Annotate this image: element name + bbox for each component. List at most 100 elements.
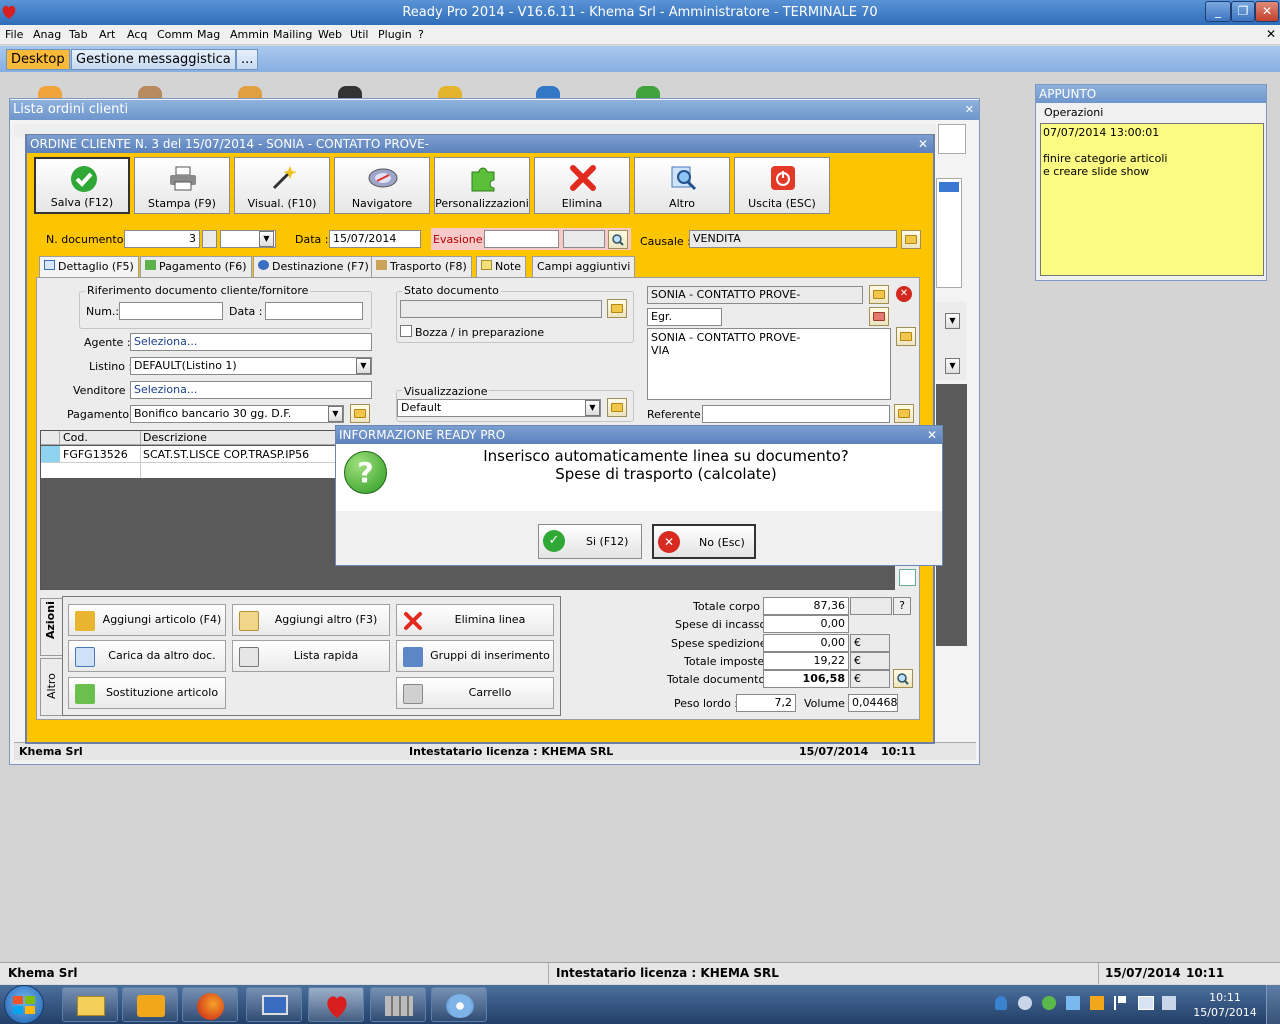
- tray-clock[interactable]: 10:11 15/07/2014: [1190, 990, 1260, 1020]
- minimize-button[interactable]: _: [1205, 1, 1231, 22]
- groups-button[interactable]: Gruppi di inserimento: [396, 640, 554, 672]
- lista-filter-dropdown[interactable]: ▼: [945, 313, 960, 329]
- listino-dropdown[interactable]: ▼: [356, 358, 371, 374]
- visual-folder-icon[interactable]: [607, 398, 627, 417]
- lista-filter2-dropdown[interactable]: ▼: [945, 358, 960, 374]
- zoom-icon[interactable]: [893, 669, 913, 688]
- tab-pagamento[interactable]: Pagamento (F6): [140, 256, 252, 278]
- tray-outlook-icon[interactable]: [1090, 996, 1104, 1010]
- grid-refresh-icon[interactable]: [899, 569, 916, 586]
- tray-volume-icon[interactable]: [1162, 996, 1176, 1010]
- cliente-name-input[interactable]: SONIA - CONTATTO PROVE-: [647, 286, 863, 304]
- pagamento-folder-icon[interactable]: [350, 404, 370, 423]
- causale-input[interactable]: VENDITA: [689, 230, 897, 248]
- add-item-button[interactable]: Aggiungi articolo (F4): [68, 604, 226, 636]
- tray-flag-icon[interactable]: [1114, 996, 1126, 1010]
- table-row[interactable]: FGFG13526 SCAT.ST.LISCE COP.TRASP.IP56: [41, 446, 338, 478]
- stato-input[interactable]: [400, 300, 602, 318]
- show-desktop-button[interactable]: [1266, 985, 1280, 1024]
- desktop-shortcut-icon[interactable]: [536, 86, 560, 98]
- tab-trasporto[interactable]: Trasporto (F8): [371, 256, 472, 278]
- data-input[interactable]: 15/07/2014: [329, 230, 421, 248]
- maximize-button[interactable]: ❐: [1231, 1, 1255, 22]
- lista-close-icon[interactable]: ✕: [965, 100, 974, 120]
- menu-acq[interactable]: Acq: [127, 28, 147, 41]
- tab-dettaglio[interactable]: Dettaglio (F5): [39, 256, 139, 278]
- rif-num-input[interactable]: [119, 302, 223, 320]
- print-button[interactable]: Stampa (F9): [134, 157, 230, 214]
- taskbar-outlook-icon[interactable]: [122, 987, 178, 1022]
- menu-util[interactable]: Util: [350, 28, 368, 41]
- yes-button[interactable]: ✓ Si (F12): [538, 524, 642, 559]
- desktop-shortcut-icon[interactable]: [138, 86, 162, 98]
- desktop-shortcut-icon[interactable]: [38, 86, 62, 98]
- tab-messaggistica[interactable]: Gestione messaggistica: [71, 49, 236, 70]
- ndoc-spin-button[interactable]: [202, 230, 217, 248]
- taskbar-readypro-icon[interactable]: [308, 987, 364, 1022]
- evasione-search-icon[interactable]: [608, 230, 628, 249]
- add-other-button[interactable]: Aggiungi altro (F3): [232, 604, 390, 636]
- side-tab-altro[interactable]: Altro: [40, 658, 62, 716]
- quick-list-button[interactable]: Lista rapida: [232, 640, 390, 672]
- taskbar-network-icon[interactable]: [370, 987, 426, 1022]
- side-tab-azioni[interactable]: Azioni: [40, 598, 62, 656]
- taskbar-explorer-icon[interactable]: [62, 987, 118, 1022]
- appunto-menu-operazioni[interactable]: Operazioni: [1044, 106, 1103, 119]
- help-button[interactable]: ?: [893, 597, 911, 615]
- listino-select[interactable]: DEFAULT(Listino 1): [130, 357, 372, 375]
- view-button[interactable]: Visual. (F10): [234, 157, 330, 214]
- tab-note[interactable]: Note: [476, 256, 527, 278]
- ndoc-input[interactable]: 3: [124, 230, 200, 248]
- menu-art[interactable]: Art: [99, 28, 115, 41]
- other-button[interactable]: Altro: [634, 157, 730, 214]
- referente-input[interactable]: [702, 405, 890, 423]
- desktop-shortcut-icon[interactable]: [338, 86, 362, 98]
- tray-sync-icon[interactable]: [1042, 996, 1056, 1010]
- cliente-remove-icon[interactable]: ✕: [896, 286, 912, 302]
- cliente-title-input[interactable]: Egr.: [647, 308, 722, 326]
- delete-button[interactable]: Elimina: [534, 157, 630, 214]
- bozza-checkbox[interactable]: [400, 325, 412, 337]
- desktop-shortcut-icon[interactable]: [438, 86, 462, 98]
- ordine-close-icon[interactable]: ✕: [918, 135, 928, 153]
- cliente-address-box[interactable]: SONIA - CONTATTO PROVE- VIA: [647, 328, 891, 400]
- address-folder-icon[interactable]: [896, 327, 916, 346]
- tab-desktop[interactable]: Desktop: [6, 49, 70, 70]
- menu-anag[interactable]: Anag: [33, 28, 61, 41]
- cart-button[interactable]: Carrello: [396, 677, 554, 709]
- menu-plugin[interactable]: Plugin: [378, 28, 412, 41]
- navigator-button[interactable]: Navigatore: [334, 157, 430, 214]
- lista-user-icon[interactable]: [938, 124, 966, 154]
- menu-mailing[interactable]: Mailing: [273, 28, 312, 41]
- venditore-input[interactable]: Seleziona...: [130, 381, 372, 399]
- tray-teamviewer-icon[interactable]: [995, 996, 1007, 1010]
- replace-item-button[interactable]: Sostituzione articolo: [68, 677, 226, 709]
- no-button[interactable]: ✕ No (Esc): [652, 524, 756, 559]
- tab-more[interactable]: ...: [236, 49, 259, 70]
- visual-dropdown[interactable]: ▼: [585, 400, 600, 416]
- tray-network-icon[interactable]: [1018, 996, 1032, 1010]
- tab-destinazione[interactable]: Destinazione (F7): [253, 256, 374, 278]
- stato-folder-icon[interactable]: [607, 299, 627, 318]
- taskbar-remote-icon[interactable]: [246, 987, 302, 1022]
- taskbar-paint-icon[interactable]: [431, 987, 487, 1022]
- pagamento-select[interactable]: Bonifico bancario 30 gg. D.F.: [130, 405, 344, 423]
- agente-input[interactable]: Seleziona...: [130, 333, 372, 351]
- tray-display-icon[interactable]: [1138, 996, 1154, 1010]
- desktop-shortcut-icon[interactable]: [238, 86, 262, 98]
- tab-campi-aggiuntivi[interactable]: Campi aggiuntivi: [532, 256, 636, 278]
- spese-spedizione-value[interactable]: 0,00: [763, 634, 849, 652]
- close-button[interactable]: ✕: [1255, 1, 1279, 22]
- taskbar-firefox-icon[interactable]: [182, 987, 238, 1022]
- appunto-note[interactable]: 07/07/2014 13:00:01 finire categorie art…: [1040, 123, 1264, 276]
- lista-side-list[interactable]: [936, 178, 962, 288]
- evasione-input[interactable]: [484, 230, 559, 248]
- tray-dropbox-icon[interactable]: [1066, 996, 1080, 1010]
- ndoc-series-dropdown[interactable]: ▼: [259, 231, 274, 247]
- start-button[interactable]: [4, 985, 44, 1024]
- menu-comm[interactable]: Comm: [157, 28, 193, 41]
- menu-tab[interactable]: Tab: [69, 28, 88, 41]
- evasione-extra-input[interactable]: [563, 230, 605, 248]
- volume-value[interactable]: 0,044688: [848, 694, 898, 712]
- dialog-close-icon[interactable]: ✕: [927, 426, 937, 444]
